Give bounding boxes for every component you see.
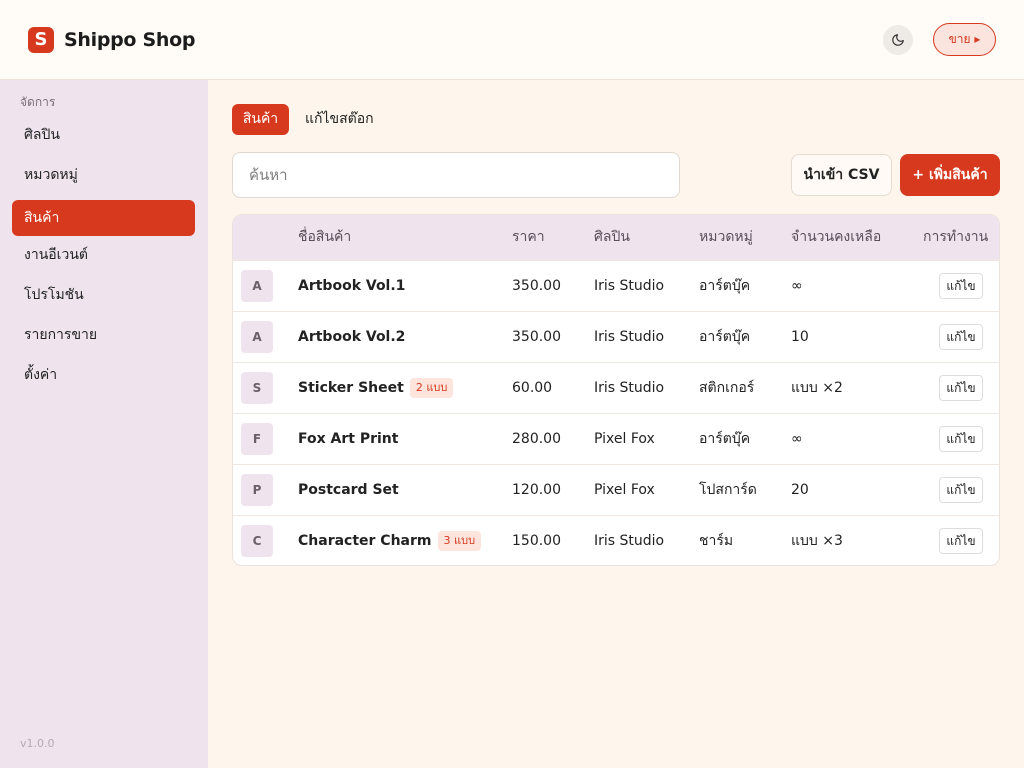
product-category: สติกเกอร์ xyxy=(699,380,755,396)
edit-button[interactable]: แก้ไข xyxy=(939,426,983,452)
product-stock: 20 xyxy=(791,482,809,498)
product-price: 150.00 xyxy=(512,533,561,549)
app-header: S Shippo Shop ขาย ▸ xyxy=(0,0,1024,80)
edit-button[interactable]: แก้ไข xyxy=(939,375,983,401)
product-name-text: Sticker Sheet xyxy=(298,380,404,396)
product-category: อาร์ตบุ๊ค xyxy=(699,278,751,294)
column-header-category[interactable]: หมวดหมู่ xyxy=(699,215,753,260)
sidebar-item-promotions[interactable]: โปรโมชัน xyxy=(12,277,195,313)
product-category: อาร์ตบุ๊ค xyxy=(699,329,751,345)
app-version: v1.0.0 xyxy=(20,737,55,750)
add-product-button[interactable]: + เพิ่มสินค้า xyxy=(900,154,1000,196)
product-name: Artbook Vol.2 xyxy=(298,312,405,362)
product-name: Character Charm 3 แบบ xyxy=(298,516,482,565)
edit-button[interactable]: แก้ไข xyxy=(939,477,983,503)
product-stock: แบบ ×2 xyxy=(791,380,843,396)
product-price: 350.00 xyxy=(512,278,561,294)
product-thumbnail: C xyxy=(241,525,273,557)
product-thumbnail: S xyxy=(241,372,273,404)
product-name: Postcard Set xyxy=(298,465,399,515)
table-header: ชื่อสินค้า ราคา ศิลปิน หมวดหมู่ จำนวนคงเ… xyxy=(233,215,999,260)
product-artist: Iris Studio xyxy=(594,329,665,345)
products-table: ชื่อสินค้า ราคา ศิลปิน หมวดหมู่ จำนวนคงเ… xyxy=(232,214,1000,566)
variant-badge: 2 แบบ xyxy=(409,378,454,398)
import-csv-button[interactable]: นำเข้า CSV xyxy=(791,154,892,196)
product-artist: Iris Studio xyxy=(594,533,665,549)
moon-icon xyxy=(892,34,904,46)
column-header-actions: การทำงาน xyxy=(923,229,989,245)
product-name-text: Postcard Set xyxy=(298,482,399,498)
brand-name[interactable]: Shippo Shop xyxy=(64,29,195,51)
product-price: 280.00 xyxy=(512,431,561,447)
product-artist: Iris Studio xyxy=(594,278,665,294)
product-artist: Pixel Fox xyxy=(594,431,655,447)
product-price: 60.00 xyxy=(512,380,553,396)
product-thumbnail: F xyxy=(241,423,273,455)
product-thumbnail: P xyxy=(241,474,273,506)
table-row[interactable]: C Character Charm 3 แบบ 150.00 Iris Studi… xyxy=(233,515,999,565)
sell-button[interactable]: ขาย ▸ xyxy=(933,23,996,56)
product-artist: Iris Studio xyxy=(594,380,665,396)
product-category: อาร์ตบุ๊ค xyxy=(699,431,751,447)
column-header-name[interactable]: ชื่อสินค้า xyxy=(298,215,351,260)
table-row[interactable]: A Artbook Vol.2 350.00 Iris Studio อาร์ต… xyxy=(233,311,999,362)
sidebar: จัดการ ศิลปิน หมวดหมู่ สินค้า งานอีเวนต์… xyxy=(0,80,208,768)
edit-button[interactable]: แก้ไข xyxy=(939,324,983,350)
product-category: ชาร์ม xyxy=(699,533,734,549)
sidebar-item-categories[interactable]: หมวดหมู่ xyxy=(12,157,195,193)
product-artist: Pixel Fox xyxy=(594,482,655,498)
product-price: 350.00 xyxy=(512,329,561,345)
product-name-text: Character Charm xyxy=(298,533,432,549)
tab-edit-stock[interactable]: แก้ไขสต๊อก xyxy=(305,104,374,135)
sidebar-item-events[interactable]: งานอีเวนต์ xyxy=(12,237,195,273)
product-stock: ∞ xyxy=(791,278,803,294)
product-thumbnail: A xyxy=(241,321,273,353)
product-stock: 10 xyxy=(791,329,809,345)
table-row[interactable]: S Sticker Sheet 2 แบบ 60.00 Iris Studio ส… xyxy=(233,362,999,413)
product-category: โปสการ์ด xyxy=(699,482,757,498)
sidebar-section-label: จัดการ xyxy=(20,95,56,109)
search-input[interactable] xyxy=(232,152,680,198)
column-header-stock[interactable]: จำนวนคงเหลือ xyxy=(791,215,881,260)
column-header-price[interactable]: ราคา xyxy=(512,215,545,260)
theme-toggle-button[interactable] xyxy=(883,25,913,55)
product-name: Artbook Vol.1 xyxy=(298,261,405,311)
product-price: 120.00 xyxy=(512,482,561,498)
sidebar-item-artists[interactable]: ศิลปิน xyxy=(12,117,195,153)
product-name-text: Fox Art Print xyxy=(298,431,399,447)
product-stock: ∞ xyxy=(791,431,803,447)
sidebar-item-settings[interactable]: ตั้งค่า xyxy=(12,357,195,393)
column-header-artist[interactable]: ศิลปิน xyxy=(594,215,630,260)
table-row[interactable]: A Artbook Vol.1 350.00 Iris Studio อาร์ต… xyxy=(233,260,999,311)
table-row[interactable]: P Postcard Set 120.00 Pixel Fox โปสการ์ด… xyxy=(233,464,999,515)
tab-products[interactable]: สินค้า xyxy=(232,104,289,135)
table-row[interactable]: F Fox Art Print 280.00 Pixel Fox อาร์ตบุ… xyxy=(233,413,999,464)
product-name-text: Artbook Vol.2 xyxy=(298,329,406,345)
sidebar-item-products[interactable]: สินค้า xyxy=(12,200,195,236)
product-stock: แบบ ×3 xyxy=(791,533,843,549)
variant-badge: 3 แบบ xyxy=(437,531,482,551)
edit-button[interactable]: แก้ไข xyxy=(939,273,983,299)
product-thumbnail: A xyxy=(241,270,273,302)
product-name: Sticker Sheet 2 แบบ xyxy=(298,363,454,413)
sidebar-item-sales[interactable]: รายการขาย xyxy=(12,317,195,353)
shop-logo[interactable]: S xyxy=(28,27,54,53)
edit-button[interactable]: แก้ไข xyxy=(939,528,983,554)
product-name-text: Artbook Vol.1 xyxy=(298,278,406,294)
product-name: Fox Art Print xyxy=(298,414,398,464)
